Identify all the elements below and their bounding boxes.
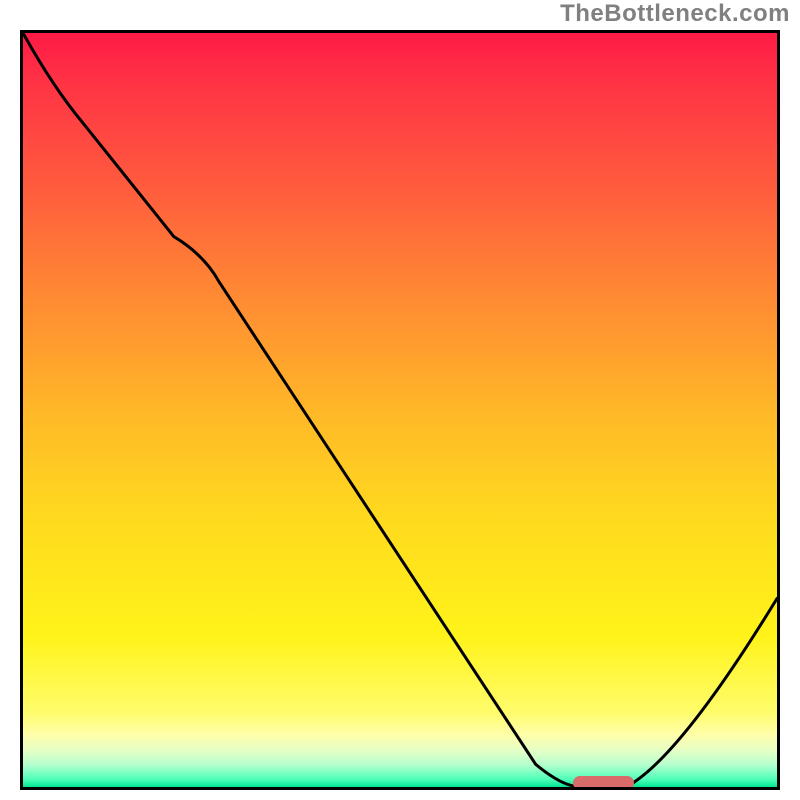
- bottleneck-curve: [23, 33, 777, 787]
- plot-frame: [20, 30, 780, 790]
- watermark-text: TheBottleneck.com: [560, 0, 790, 28]
- optimal-marker: [573, 776, 633, 790]
- chart-container: TheBottleneck.com: [0, 0, 800, 800]
